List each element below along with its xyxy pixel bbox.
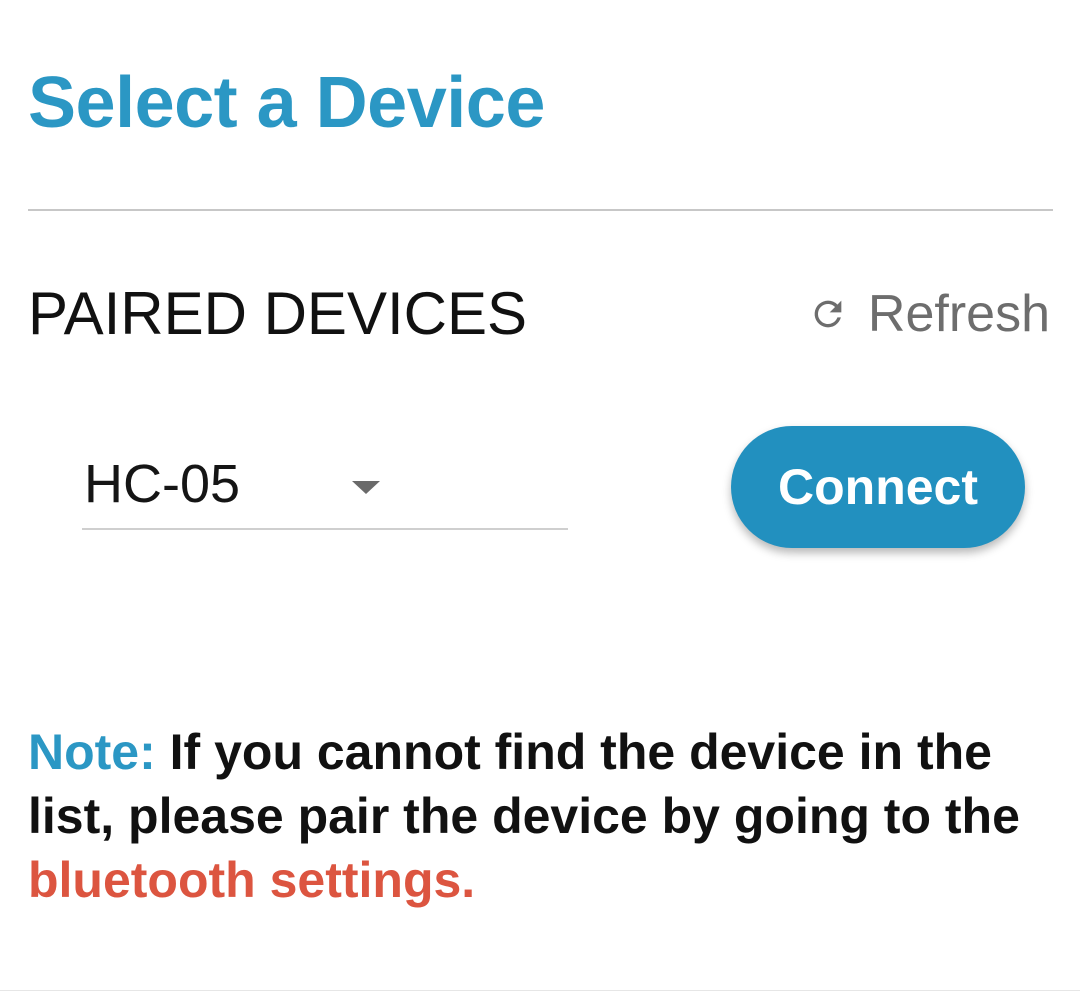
device-selection-screen: Select a Device PAIRED DEVICES Refresh H… (0, 0, 1080, 994)
page-title: Select a Device (28, 63, 545, 143)
note-text: Note: If you cannot find the device in t… (28, 720, 1058, 912)
caret-down-icon (352, 481, 380, 494)
refresh-label: Refresh (867, 285, 1050, 343)
device-dropdown[interactable]: HC-05 (82, 448, 568, 530)
connect-button[interactable]: Connect (731, 426, 1025, 548)
bottom-divider (0, 990, 1080, 991)
refresh-button[interactable]: Refresh (808, 282, 1050, 346)
selected-device-value: HC-05 (84, 454, 241, 514)
bluetooth-settings-link[interactable]: bluetooth settings. (28, 852, 475, 908)
note-label: Note: (28, 724, 156, 780)
refresh-icon (808, 294, 848, 334)
title-divider (28, 209, 1053, 211)
note-body: If you cannot find the device in the lis… (28, 724, 1020, 844)
paired-devices-heading: PAIRED DEVICES (28, 280, 528, 347)
